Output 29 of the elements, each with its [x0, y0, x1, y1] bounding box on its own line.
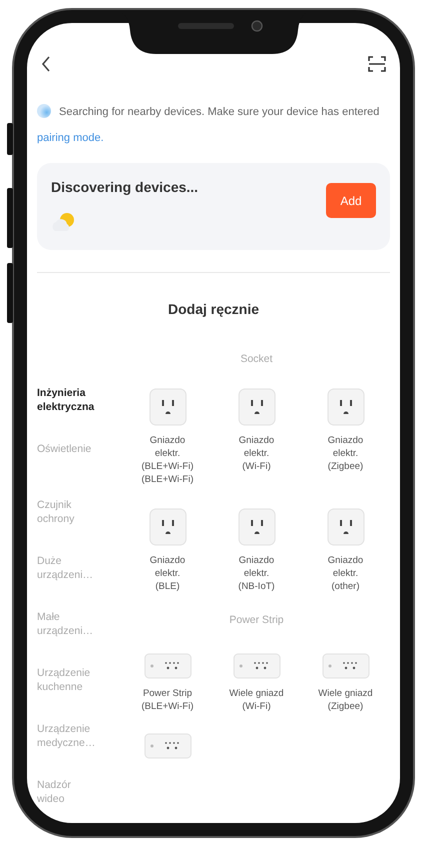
power-strip-icon [144, 652, 192, 678]
group-title: Power Strip [228, 612, 285, 628]
power-strip-icon [322, 652, 370, 678]
socket-icon [326, 388, 364, 426]
device-label[interactable]: Gniazdo elektr. (BLE+Wi-Fi) (BLE+Wi-Fi) [142, 434, 194, 486]
socket-icon [148, 388, 186, 426]
device-label[interactable]: Gniazdo elektr. (Zigbee) [328, 434, 364, 473]
scan-icon[interactable] [368, 56, 386, 72]
weather-icon [51, 210, 77, 233]
device-label[interactable]: Wiele gniazd (Zigbee) [318, 686, 373, 712]
socket-icon [238, 508, 276, 546]
group-title: Socket [239, 352, 274, 367]
device-label[interactable]: Gniazdo elektr. (Wi-Fi) [238, 434, 274, 473]
notice-text: Searching for nearby devices. Make sure your device has entered [59, 106, 380, 118]
socket-icon [238, 388, 276, 426]
device-label[interactable]: Gniazdo elektr. (NB-IoT) [238, 554, 275, 593]
device-label[interactable]: Wiele gniazd (Wi-Fi) [229, 686, 284, 712]
section-title: Dodaj ręcznie [166, 300, 260, 319]
discovering-title: Discovering devices... [51, 178, 198, 197]
category-item[interactable]: Inżynieria elektryczna [37, 386, 123, 442]
device-label[interactable]: Power Strip (BLE+Wi-Fi) [142, 686, 194, 712]
socket-icon [326, 508, 364, 546]
device-label[interactable]: Gniazdo elektr. (BLE) [150, 554, 186, 593]
searching-icon [37, 104, 51, 118]
socket-icon [148, 508, 186, 546]
power-strip-icon [144, 732, 192, 758]
back-icon[interactable] [41, 56, 51, 72]
device-label[interactable]: Gniazdo elektr. (other) [328, 554, 364, 593]
power-strip-icon [232, 652, 280, 678]
